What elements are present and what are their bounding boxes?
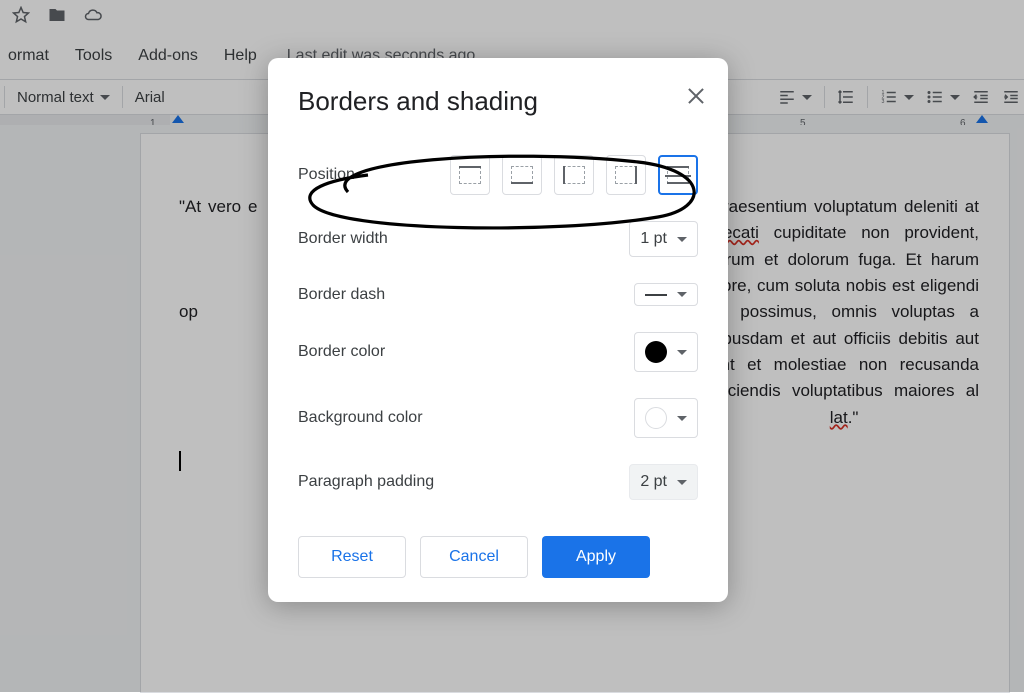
reset-button[interactable]: Reset	[298, 536, 406, 578]
chevron-down-icon	[677, 237, 687, 242]
border-color-select[interactable]	[634, 332, 698, 372]
dialog-buttons: Reset Cancel Apply	[298, 536, 698, 578]
position-between-button[interactable]	[658, 155, 698, 195]
position-top-button[interactable]	[450, 155, 490, 195]
close-button[interactable]	[686, 86, 706, 106]
position-right-button[interactable]	[606, 155, 646, 195]
color-swatch-white	[645, 407, 667, 429]
borders-shading-dialog: Borders and shading Position Border widt…	[268, 58, 728, 602]
chevron-down-icon	[677, 292, 687, 297]
paragraph-padding-label: Paragraph padding	[298, 473, 434, 491]
border-width-label: Border width	[298, 230, 388, 248]
apply-button[interactable]: Apply	[542, 536, 650, 578]
border-width-value: 1 pt	[640, 230, 667, 248]
border-dash-select[interactable]	[634, 283, 698, 306]
paragraph-padding-value: 2 pt	[640, 473, 667, 491]
position-left-button[interactable]	[554, 155, 594, 195]
dash-solid-icon	[645, 294, 667, 296]
chevron-down-icon	[677, 350, 687, 355]
border-dash-label: Border dash	[298, 286, 385, 304]
border-width-select[interactable]: 1 pt	[629, 221, 698, 257]
background-color-label: Background color	[298, 409, 423, 427]
chevron-down-icon	[677, 480, 687, 485]
paragraph-padding-select[interactable]: 2 pt	[629, 464, 698, 500]
position-label: Position	[298, 166, 355, 184]
background-color-select[interactable]	[634, 398, 698, 438]
color-swatch-black	[645, 341, 667, 363]
position-options	[450, 155, 698, 195]
cancel-button[interactable]: Cancel	[420, 536, 528, 578]
chevron-down-icon	[677, 416, 687, 421]
position-bottom-button[interactable]	[502, 155, 542, 195]
border-color-label: Border color	[298, 343, 385, 361]
dialog-title: Borders and shading	[298, 86, 698, 117]
